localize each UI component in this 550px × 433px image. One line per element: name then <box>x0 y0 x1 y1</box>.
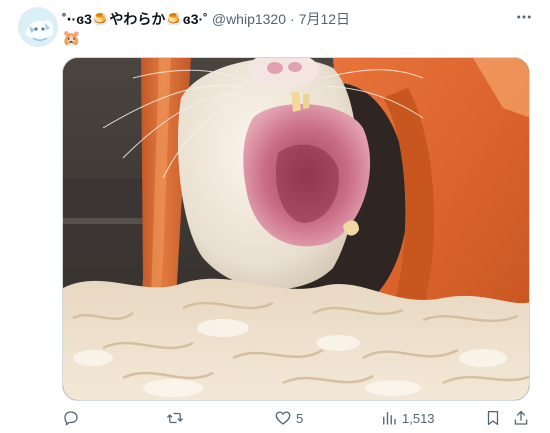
views-icon <box>383 412 396 425</box>
heart-icon <box>275 411 291 425</box>
action-bar: 5 1,513 <box>62 407 530 429</box>
bookmark-icon <box>487 410 499 426</box>
avatar[interactable] <box>18 7 58 47</box>
more-options-icon[interactable] <box>514 7 534 27</box>
reply-button[interactable] <box>62 407 84 429</box>
tweet-text: 🐹 <box>62 29 81 47</box>
bookmark-button[interactable] <box>484 407 506 429</box>
views-button[interactable]: 1,513 <box>380 407 435 429</box>
retweet-button[interactable] <box>166 407 188 429</box>
ellipsis-icon <box>517 15 531 19</box>
retweet-icon <box>167 412 183 424</box>
like-button[interactable]: 5 <box>274 407 303 429</box>
tweet-header: ˚‧·ɞ3🍮やわらか🍮ɞ3·˚ @whip1320 · 7月12日 <box>62 9 550 29</box>
author-display-name[interactable]: ˚‧·ɞ3🍮やわらか🍮ɞ3·˚ <box>62 9 208 29</box>
tweet-date[interactable]: 7月12日 <box>299 9 350 29</box>
author-handle[interactable]: @whip1320 <box>212 11 286 27</box>
header-separator: · <box>290 11 295 27</box>
reply-icon <box>64 411 78 426</box>
tweet-card[interactable]: ˚‧·ɞ3🍮やわらか🍮ɞ3·˚ @whip1320 · 7月12日 🐹 5 1,… <box>0 0 550 433</box>
share-button[interactable] <box>512 407 534 429</box>
hamster-yawning-photo <box>63 58 529 400</box>
like-count: 5 <box>296 410 304 426</box>
views-count: 1,513 <box>402 410 435 426</box>
avatar-image <box>19 8 57 46</box>
tweet-photo[interactable] <box>62 57 530 401</box>
share-icon <box>514 410 528 425</box>
